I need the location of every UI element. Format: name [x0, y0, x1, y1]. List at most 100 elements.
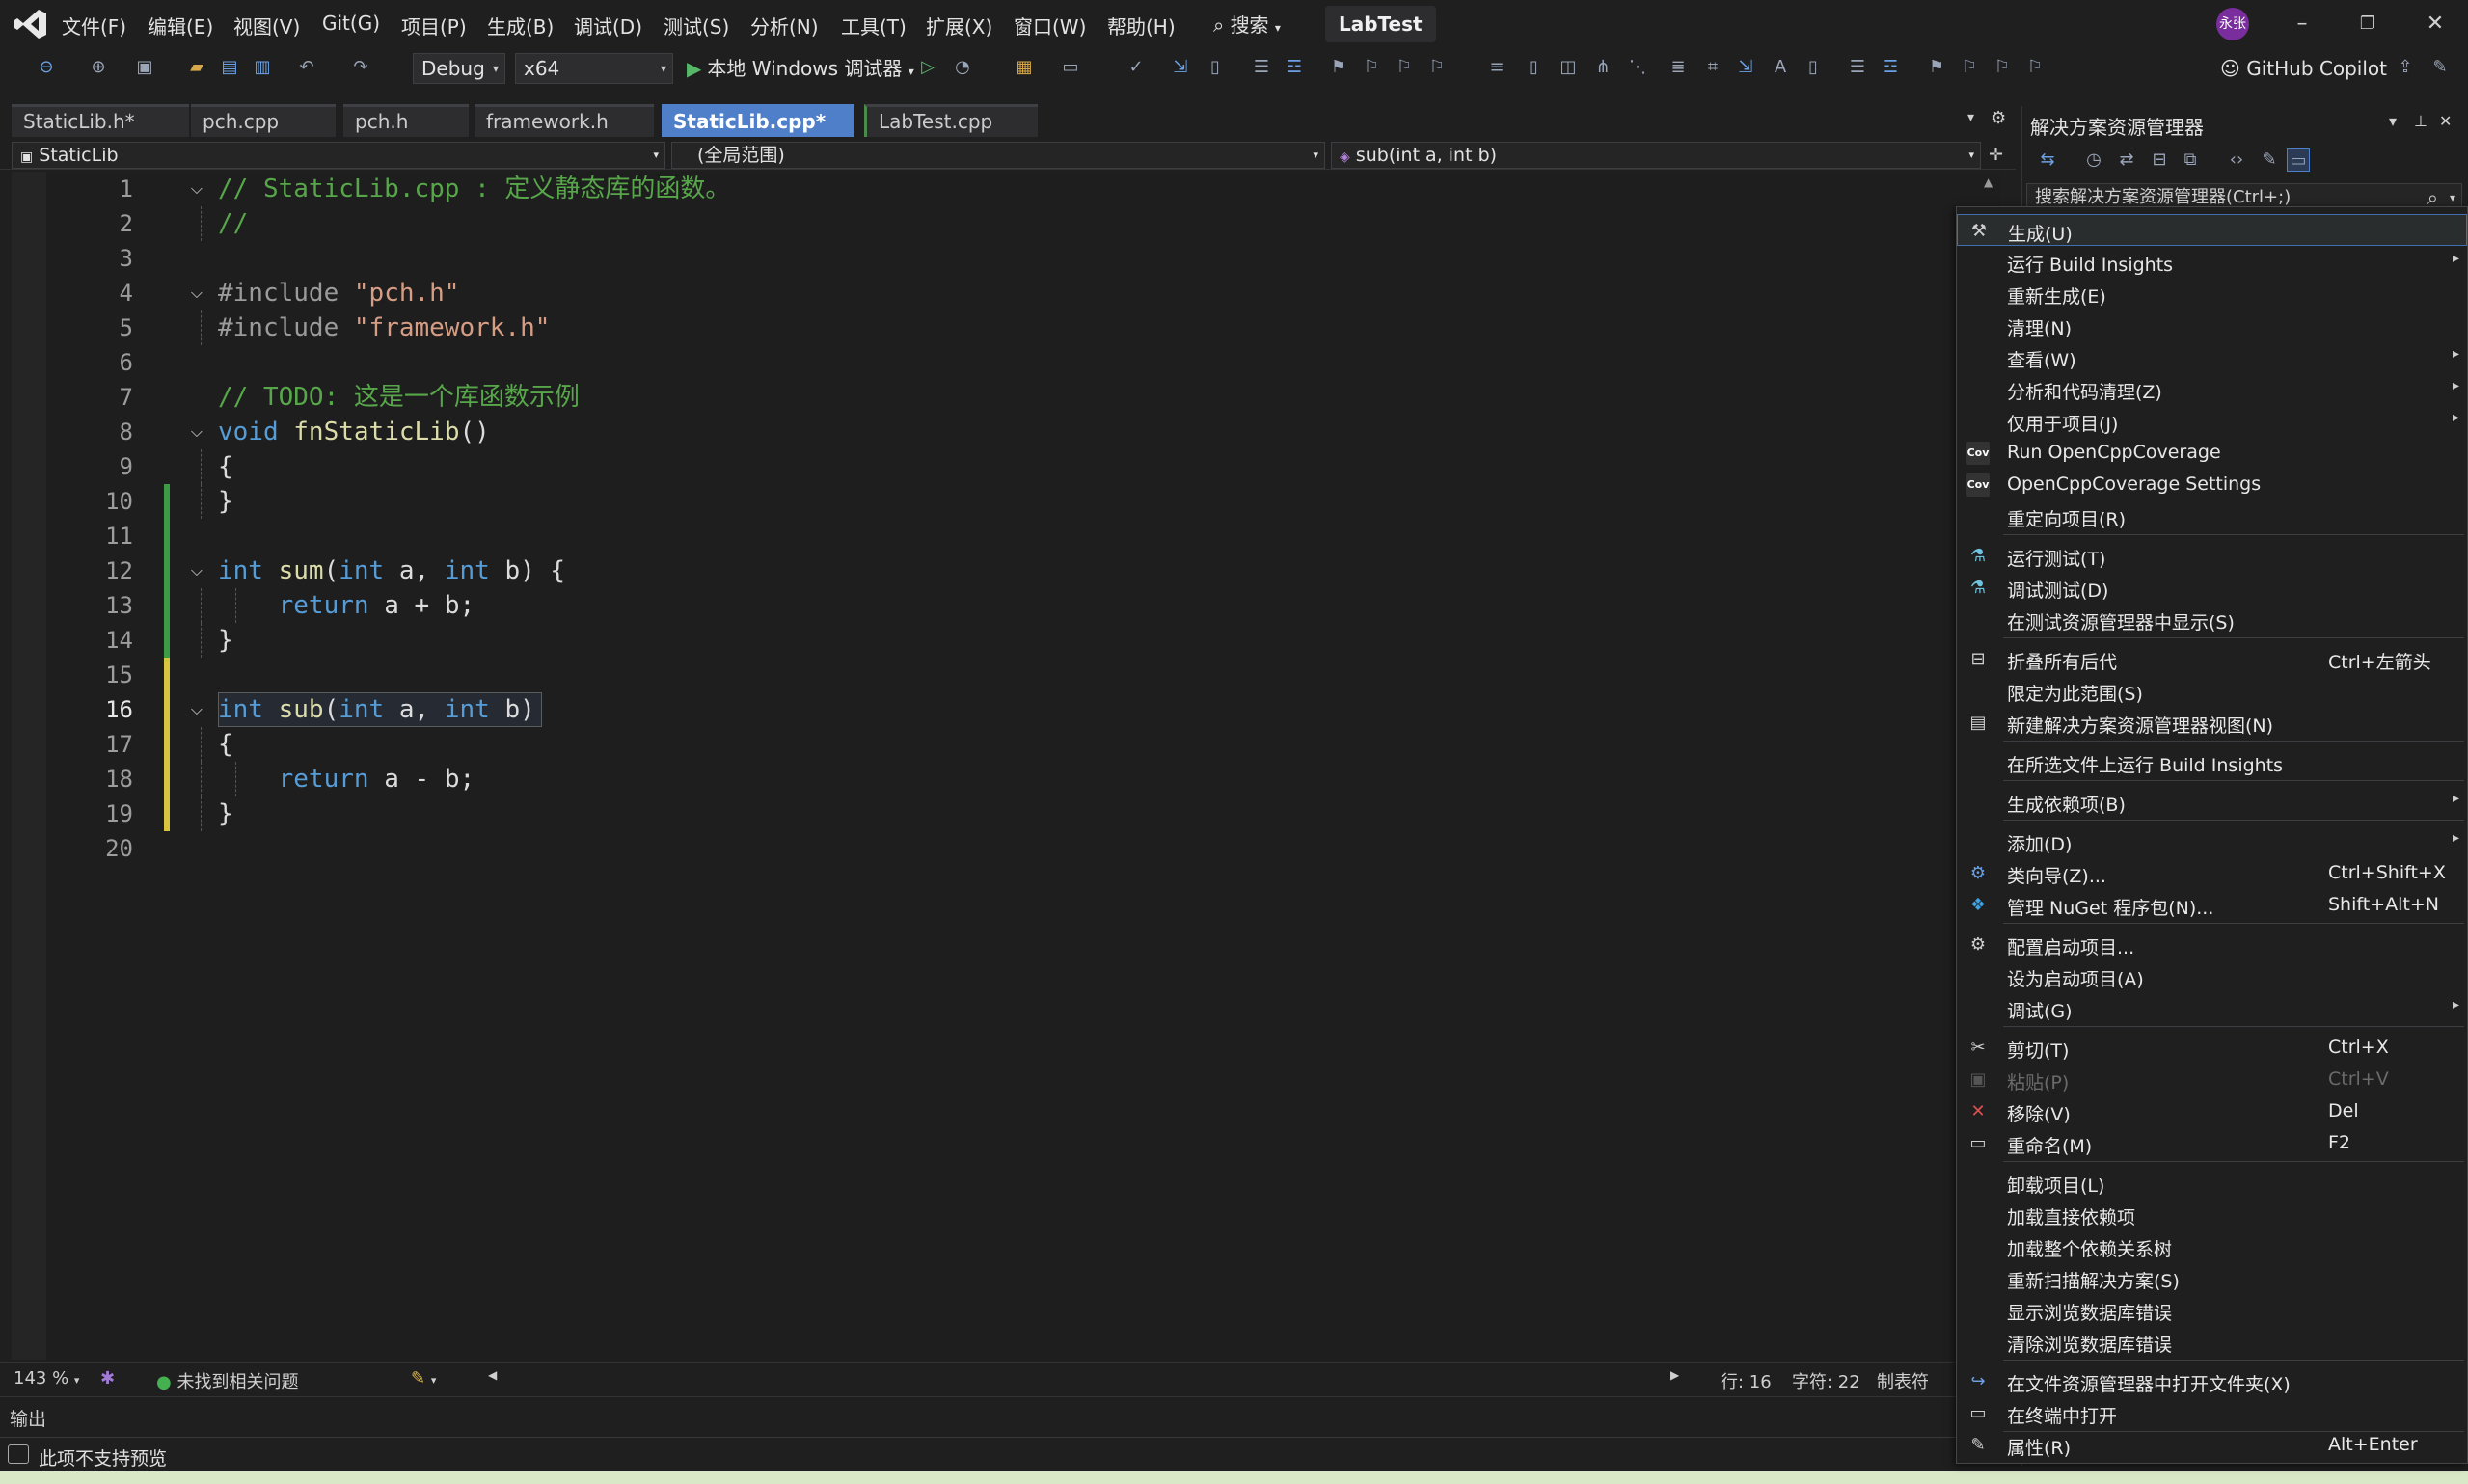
step-into-icon[interactable]: ⇲ [1734, 56, 1757, 79]
code-line[interactable]: 8 ⌵ void fnStaticLib() [12, 415, 1998, 449]
menu-item-set-startup[interactable]: 设为启动项目(A) [1957, 960, 2467, 992]
preview-icon[interactable]: ▭ [2287, 148, 2310, 172]
menu-tools[interactable]: 工具(T) [841, 12, 907, 40]
save-icon[interactable]: ▤ [218, 56, 241, 79]
menu-item-load-direct-deps[interactable]: 加载直接依赖项 [1957, 1199, 2467, 1230]
code-line[interactable]: 11 [12, 519, 1998, 553]
menu-file[interactable]: 文件(F) [62, 12, 126, 40]
code-line[interactable]: 17 { [12, 727, 1998, 762]
menu-item-build-insights-selected[interactable]: 在所选文件上运行 Build Insights [1957, 746, 2467, 778]
share-icon[interactable]: ⇪ [2394, 56, 2417, 79]
menu-edit[interactable]: 编辑(E) [148, 12, 213, 40]
menu-item-scope-to-this[interactable]: 限定为此范围(S) [1957, 675, 2467, 707]
layout-icon[interactable]: ▭ [1059, 56, 1082, 79]
bookmark-4-icon[interactable]: ⚐ [1991, 56, 2014, 79]
menu-item-remove[interactable]: ✕ 移除(V) Del [1957, 1095, 2467, 1127]
menu-item-show-browse-errors[interactable]: 显示浏览数据库错误 [1957, 1294, 2467, 1326]
tab-staticlib-cpp[interactable]: StaticLib.cpp* [662, 104, 854, 137]
visual-studio-logo-icon[interactable] [14, 8, 48, 40]
format-icon[interactable]: ≣ [1667, 56, 1690, 79]
redo-icon[interactable]: ↷ [349, 56, 372, 79]
code-line[interactable]: 20 [12, 831, 1998, 866]
menu-item-opencppcoverage-settings[interactable]: Cov OpenCppCoverage Settings [1957, 469, 2467, 500]
issues-indicator[interactable]: ● 未找到相关问题 [156, 1368, 298, 1393]
maximize-button[interactable]: ❐ [2351, 8, 2384, 40]
close-icon[interactable]: ✕ [2439, 112, 2452, 130]
new-project-icon[interactable]: ▣ [133, 56, 156, 79]
prev-bookmark-icon[interactable]: ⚐ [1360, 56, 1383, 79]
zoom-level[interactable]: 143 % ▾ [14, 1368, 79, 1389]
menu-extensions[interactable]: 扩展(X) [926, 12, 992, 40]
back-icon[interactable]: ⊖ [35, 56, 58, 79]
menu-project[interactable]: 项目(P) [401, 12, 467, 40]
code-editor[interactable]: 1 ⌵ // StaticLib.cpp : 定义静态库的函数。 2 // 3 … [12, 172, 2000, 1360]
history-icon[interactable]: ◷ [2082, 148, 2105, 172]
menu-item-build[interactable]: ⚒ 生成(U) [1957, 214, 2467, 246]
configuration-dropdown[interactable]: Debug ▾ [413, 53, 505, 84]
scroll-right-icon[interactable]: ▶ [1670, 1368, 1679, 1382]
cleanup-brush-icon[interactable]: ✎ ▾ [411, 1368, 436, 1389]
align-icon[interactable]: ☰ [1846, 56, 1869, 79]
menu-item-class-wizard[interactable]: ⚙ 类向导(Z)... Ctrl+Shift+X [1957, 857, 2467, 889]
scroll-left-icon[interactable]: ◀ [488, 1368, 497, 1382]
gear-icon[interactable]: ⚙ [1991, 108, 2006, 128]
tab-staticlib-h[interactable]: StaticLib.h* [12, 104, 189, 137]
indent-mode[interactable]: 制表符 [1877, 1368, 1929, 1393]
spellcheck-icon[interactable]: ✓ [1125, 56, 1148, 79]
chevron-down-icon[interactable]: ▾ [2389, 112, 2397, 130]
menu-item-rescan-solution[interactable]: 重新扫描解决方案(S) [1957, 1262, 2467, 1294]
menu-item-manage-nuget[interactable]: ❖ 管理 NuGet 程序包(N)... Shift+Alt+N [1957, 889, 2467, 921]
start-without-debugging-icon[interactable]: ▷ [916, 56, 939, 79]
menu-item-collapse-all[interactable]: ⊟ 折叠所有后代 Ctrl+左箭头 [1957, 643, 2467, 675]
tab-labtest-cpp[interactable]: LabTest.cpp [864, 104, 1038, 137]
split-icon[interactable]: ✛ [1989, 145, 2003, 165]
menu-item-run-opencppcoverage[interactable]: Cov Run OpenCppCoverage [1957, 437, 2467, 469]
code-line[interactable]: 10 } [12, 484, 1998, 519]
menu-item-retarget[interactable]: 重定向项目(R) [1957, 500, 2467, 532]
menu-build[interactable]: 生成(B) [487, 12, 554, 40]
properties-icon[interactable]: ✎ [2258, 148, 2281, 172]
tree-icon[interactable]: ⋔ [1591, 56, 1614, 79]
pin-icon[interactable]: ⊥ [2414, 112, 2427, 130]
code-view-icon[interactable]: ‹› [2225, 148, 2248, 172]
tab-overflow-icon[interactable]: ▾ [1967, 110, 1974, 125]
solution-name-badge[interactable]: LabTest [1325, 6, 1436, 42]
breakpoint-window-icon[interactable]: ▯ [1204, 56, 1227, 79]
menu-item-build-insights[interactable]: 运行 Build Insights ▸ [1957, 246, 2467, 278]
menu-item-run-tests[interactable]: ⚗ 运行测试(T) [1957, 540, 2467, 572]
code-line[interactable]: 2 // [12, 206, 1998, 241]
menu-item-analyze[interactable]: 分析和代码清理(Z) ▸ [1957, 373, 2467, 405]
menu-item-project-only[interactable]: 仅用于项目(J) ▸ [1957, 405, 2467, 437]
chevron-down-icon[interactable]: ⌵ [183, 280, 210, 307]
feedback-icon[interactable]: ✎ [2428, 56, 2452, 79]
chevron-down-icon[interactable]: ⌵ [183, 696, 210, 723]
menu-item-properties[interactable]: ✎ 属性(R) Alt+Enter [1957, 1429, 2467, 1461]
solution-folder-icon[interactable]: ▦ [1013, 56, 1036, 79]
menu-item-build-dependencies[interactable]: 生成依赖项(B) ▸ [1957, 786, 2467, 818]
collapse-all-icon[interactable]: ⊟ [2148, 148, 2171, 172]
font-size-icon[interactable]: A [1769, 56, 1792, 79]
pending-changes-icon[interactable]: ⇄ [2115, 148, 2138, 172]
code-line[interactable]: 4 ⌵ #include "pch.h" [12, 276, 1998, 310]
brackets-icon[interactable]: ⌗ [1701, 56, 1724, 79]
github-copilot-button[interactable]: ☺ GitHub Copilot [2220, 54, 2387, 83]
menu-analyze[interactable]: 分析(N) [750, 12, 819, 40]
menu-git[interactable]: Git(G) [322, 12, 380, 35]
menu-item-cut[interactable]: ✂ 剪切(T) Ctrl+X [1957, 1032, 2467, 1064]
undo-icon[interactable]: ↶ [295, 56, 318, 79]
code-line[interactable]: 5 #include "framework.h" [12, 310, 1998, 345]
menu-item-view[interactable]: 查看(W) ▸ [1957, 341, 2467, 373]
menu-item-configure-startup[interactable]: ⚙ 配置启动项目... [1957, 929, 2467, 960]
menu-item-show-in-test-explorer[interactable]: 在测试资源管理器中显示(S) [1957, 604, 2467, 635]
minimize-button[interactable]: – [2286, 8, 2319, 40]
document-icon[interactable]: ▯ [1522, 56, 1545, 79]
menu-item-rename[interactable]: ▭ 重命名(M) F2 [1957, 1127, 2467, 1159]
next-bookmark-icon[interactable]: ⚐ [1393, 56, 1416, 79]
code-line[interactable]: 9 { [12, 449, 1998, 484]
sync-icon[interactable]: ⇆ [2036, 148, 2059, 172]
menu-item-debug[interactable]: 调试(G) ▸ [1957, 992, 2467, 1024]
panel-icon[interactable]: ▯ [1802, 56, 1825, 79]
menu-item-open-in-terminal[interactable]: ▭ 在终端中打开 [1957, 1397, 2467, 1429]
menu-item-rebuild[interactable]: 重新生成(E) [1957, 278, 2467, 310]
code-line[interactable]: 7 // TODO: 这是一个库函数示例 [12, 380, 1998, 415]
